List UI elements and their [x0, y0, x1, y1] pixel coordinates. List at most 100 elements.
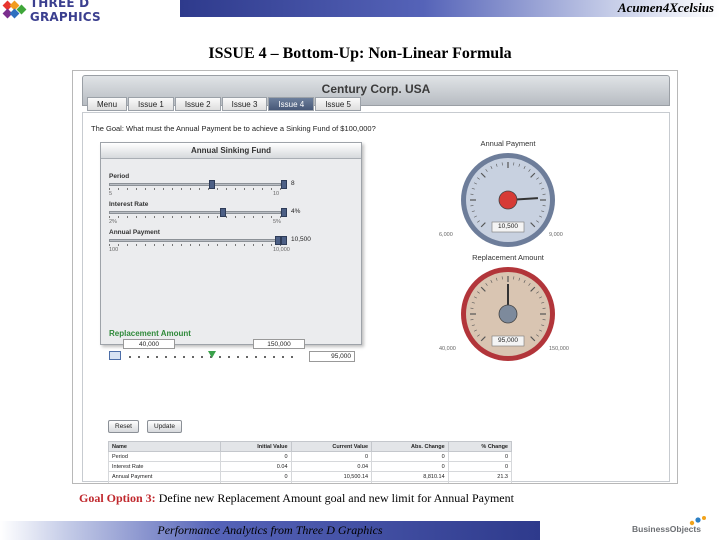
slider-label: Period [109, 173, 130, 180]
table-cell: 0 [447, 461, 513, 472]
logo-mark-icon [2, 0, 27, 19]
dashboard-screenshot: Century Corp. USA Menu Issue 1 Issue 2 Issu… [72, 70, 678, 484]
table-header-cell: % Change [447, 441, 513, 452]
gauge-dial [461, 267, 555, 361]
slider-value: 10,500 [291, 236, 311, 243]
table-row: Period 0 0 0 0 [107, 451, 513, 462]
table-cell: 95,000 [290, 481, 373, 483]
tab-issue-4[interactable]: Issue 4 [268, 97, 315, 111]
table-cell: 0.04 [220, 461, 292, 472]
table-cell: 0 [220, 451, 292, 462]
summary-table: Name Initial Value Current Value Abs. Chang… [107, 441, 513, 483]
update-button[interactable]: Update [147, 420, 182, 433]
slider-ticks [109, 216, 281, 218]
goal-caption-text: Define new Replacement Amount goal and n… [155, 491, 514, 505]
table-cell: 10,500.14 [290, 471, 373, 482]
sinking-fund-panel: Annual Sinking Fund Period 5 10 8 Interest R… [100, 142, 362, 362]
slider-value: 4% [291, 208, 301, 215]
table-cell: 21.3 [447, 471, 513, 482]
tab-issue-3[interactable]: Issue 3 [221, 97, 268, 111]
replacement-amount-label: Replacement Amount [109, 329, 191, 338]
slider-label: Interest Rate [109, 201, 149, 208]
slider-track[interactable] [109, 239, 281, 242]
tab-issue-2[interactable]: Issue 2 [174, 97, 221, 111]
slider-min: 100 [109, 247, 119, 253]
slider-end-handle[interactable] [281, 180, 287, 189]
three-d-graphics-logo: THREE D GRAPHICS [2, 0, 164, 24]
slider-min: 2% [109, 219, 117, 225]
table-cell: 0 [447, 481, 513, 483]
gauge-max: 9,000 [549, 232, 563, 238]
panel-title: Annual Sinking Fund [101, 143, 361, 159]
slider-annual-payment: Annual Payment 100 10,000 10,500 [109, 229, 311, 253]
slider-max: 5% [273, 219, 281, 225]
slider-handle[interactable] [220, 208, 226, 217]
replacement-slider-handle[interactable] [208, 351, 216, 358]
gauge-readout: 10,500 [498, 223, 518, 230]
slider-track[interactable] [109, 183, 281, 186]
tab-issue-1[interactable]: Issue 1 [128, 97, 174, 111]
slide-title: ISSUE 4 – Bottom-Up: Non-Linear Formula [208, 45, 512, 62]
slider-ticks [109, 188, 281, 190]
slider-min: 5 [109, 191, 113, 197]
table-row: Replacement Amount100,00095,000(5,000.00… [107, 481, 513, 483]
replacement-low-limit[interactable]: 40,000 [123, 339, 175, 349]
gauge-max: 150,000 [549, 346, 569, 352]
gauge-readout: 95,000 [498, 337, 518, 344]
gauge-label: Replacement Amount [472, 253, 544, 262]
business-objects-logo: BusinessObjects [632, 515, 718, 537]
gauge-min: 6,000 [439, 232, 453, 238]
gauge-label: Annual Payment [480, 139, 536, 148]
gauge-hub [498, 190, 518, 210]
table-cell: 0 [220, 471, 292, 482]
tab-menu[interactable]: Menu [87, 97, 128, 111]
table-cell: Replacement Amount [107, 481, 222, 483]
business-objects-text: BusinessObjects [632, 524, 701, 534]
slider-value: 8 [291, 180, 295, 187]
app-title: Century Corp. USA [321, 82, 431, 96]
table-header-cell: Initial Value [220, 441, 292, 452]
table-row: Annual Payment 0 10,500.14 8,810.14 21.3 [107, 471, 513, 482]
slider-track[interactable] [109, 211, 281, 214]
table-header-cell: Current Value [290, 441, 373, 452]
replacement-amount-input[interactable]: 95,000 [309, 351, 355, 362]
table-cell: (5,000.00) [371, 481, 449, 483]
slider-handle[interactable] [209, 180, 215, 189]
table-header-cell: Abs. Change [371, 441, 449, 452]
slider-period: Period 5 10 8 [109, 173, 309, 197]
slider-end-handle[interactable] [281, 236, 287, 245]
gauge-hub [498, 304, 518, 324]
table-cell: 100,000 [220, 481, 292, 483]
table-cell: 0 [447, 451, 513, 462]
table-header-cell: Name [107, 441, 222, 452]
table-cell: Period [107, 451, 222, 462]
gauge-dial [461, 153, 555, 247]
table-cell: Annual Payment [107, 471, 222, 482]
slider-max: 10 [273, 191, 280, 197]
app-body: The Goal: What must the Annual Payment b… [82, 112, 670, 483]
slider-interest-rate: Interest Rate 2% 5% 4% [109, 201, 309, 225]
slider-max: 10,000 [273, 247, 290, 253]
slider-end-handle[interactable] [281, 208, 287, 217]
gauge-min: 40,000 [439, 346, 456, 352]
table-cell: 0.04 [290, 461, 373, 472]
replacement-high-limit[interactable]: 150,000 [253, 339, 305, 349]
table-cell: 0 [290, 451, 373, 462]
table-cell: 0 [371, 461, 449, 472]
table-cell: 8,810.14 [371, 471, 449, 482]
settings-icon[interactable] [109, 351, 121, 360]
slider-label: Annual Payment [109, 229, 160, 236]
table-row: Interest Rate 0.04 0.04 0 0 [107, 461, 513, 472]
tab-bar: Menu Issue 1 Issue 2 Issue 3 Issue 4 Issue 5 [87, 97, 362, 111]
table-cell: 0 [371, 451, 449, 462]
header-brand: Acumen4Xcelsius [617, 0, 714, 15]
goal-caption-prefix: Goal Option 3: [79, 491, 156, 505]
slider-ticks [109, 244, 281, 246]
goal-statement: The Goal: What must the Annual Payment b… [91, 124, 376, 133]
tab-issue-5[interactable]: Issue 5 [315, 97, 361, 111]
logo-text: THREE D GRAPHICS [29, 0, 101, 24]
goal-caption: Goal Option 3: Define new Replacement Am… [79, 491, 514, 506]
reset-button[interactable]: Reset [108, 420, 139, 433]
footer-text: Performance Analytics from Three D Graph… [157, 523, 383, 537]
table-cell: Interest Rate [107, 461, 222, 472]
